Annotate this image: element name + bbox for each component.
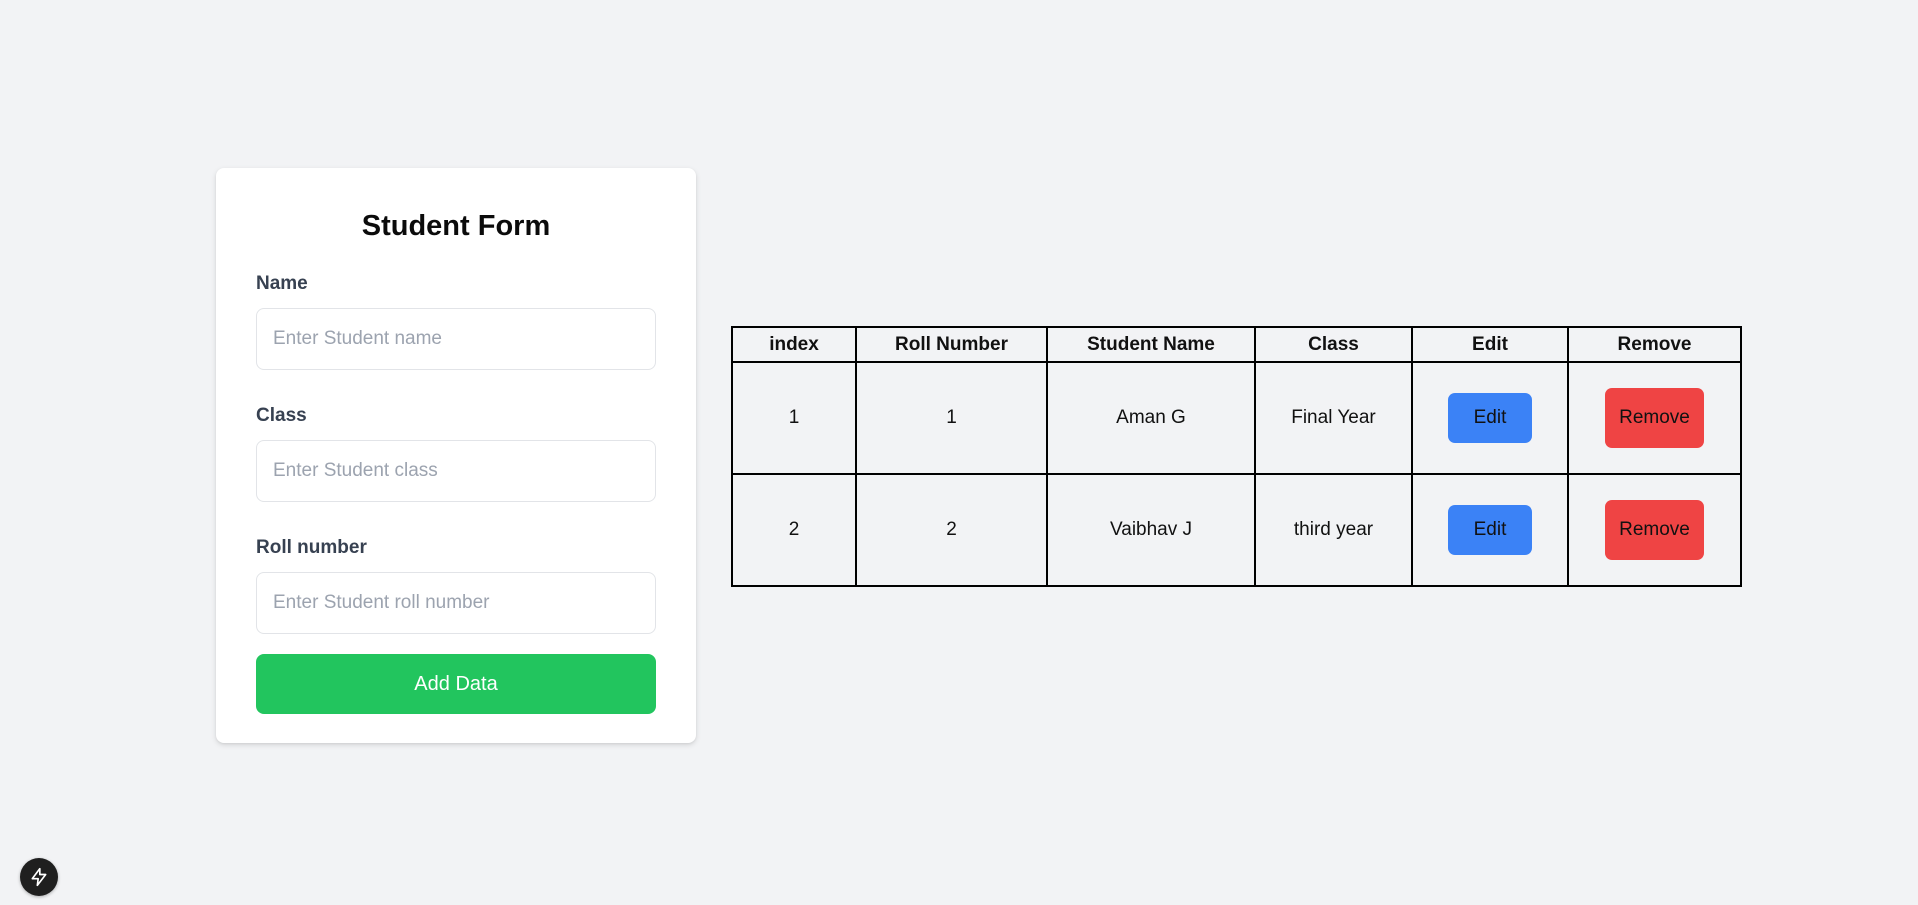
dev-tools-badge[interactable] bbox=[20, 858, 58, 896]
cell-roll-number: 1 bbox=[855, 361, 1048, 475]
student-form-card: Student Form Name Class Roll number Add … bbox=[216, 168, 696, 743]
lightning-bolt-icon bbox=[31, 867, 47, 887]
roll-number-input[interactable] bbox=[256, 572, 656, 634]
header-index: index bbox=[731, 326, 857, 363]
cell-remove: Remove bbox=[1567, 473, 1742, 587]
header-class: Class bbox=[1254, 326, 1413, 363]
students-table: index Roll Number Student Name Class Edi… bbox=[731, 326, 1742, 587]
add-data-button[interactable]: Add Data bbox=[256, 654, 656, 714]
table-row: 1 1 Aman G Final Year Edit Remove bbox=[731, 361, 1742, 475]
cell-index: 1 bbox=[731, 361, 857, 475]
header-roll-number: Roll Number bbox=[855, 326, 1048, 363]
header-edit: Edit bbox=[1411, 326, 1569, 363]
cell-class: Final Year bbox=[1254, 361, 1413, 475]
page: Student Form Name Class Roll number Add … bbox=[0, 0, 1918, 905]
students-table-wrap: index Roll Number Student Name Class Edi… bbox=[731, 326, 1742, 587]
cell-edit: Edit bbox=[1411, 473, 1569, 587]
cell-student-name: Vaibhav J bbox=[1046, 473, 1256, 587]
cell-remove: Remove bbox=[1567, 361, 1742, 475]
edit-button[interactable]: Edit bbox=[1448, 393, 1532, 443]
header-student-name: Student Name bbox=[1046, 326, 1256, 363]
cell-index: 2 bbox=[731, 473, 857, 587]
remove-button[interactable]: Remove bbox=[1605, 500, 1704, 560]
edit-button[interactable]: Edit bbox=[1448, 505, 1532, 555]
name-input[interactable] bbox=[256, 308, 656, 370]
cell-class: third year bbox=[1254, 473, 1413, 587]
cell-roll-number: 2 bbox=[855, 473, 1048, 587]
form-title: Student Form bbox=[361, 210, 551, 242]
roll-number-label: Roll number bbox=[256, 537, 367, 558]
class-input[interactable] bbox=[256, 440, 656, 502]
cell-student-name: Aman G bbox=[1046, 361, 1256, 475]
cell-edit: Edit bbox=[1411, 361, 1569, 475]
class-label: Class bbox=[256, 405, 307, 426]
name-label: Name bbox=[256, 273, 308, 294]
table-header-row: index Roll Number Student Name Class Edi… bbox=[731, 326, 1742, 363]
header-remove: Remove bbox=[1567, 326, 1742, 363]
table-row: 2 2 Vaibhav J third year Edit Remove bbox=[731, 473, 1742, 587]
remove-button[interactable]: Remove bbox=[1605, 388, 1704, 448]
